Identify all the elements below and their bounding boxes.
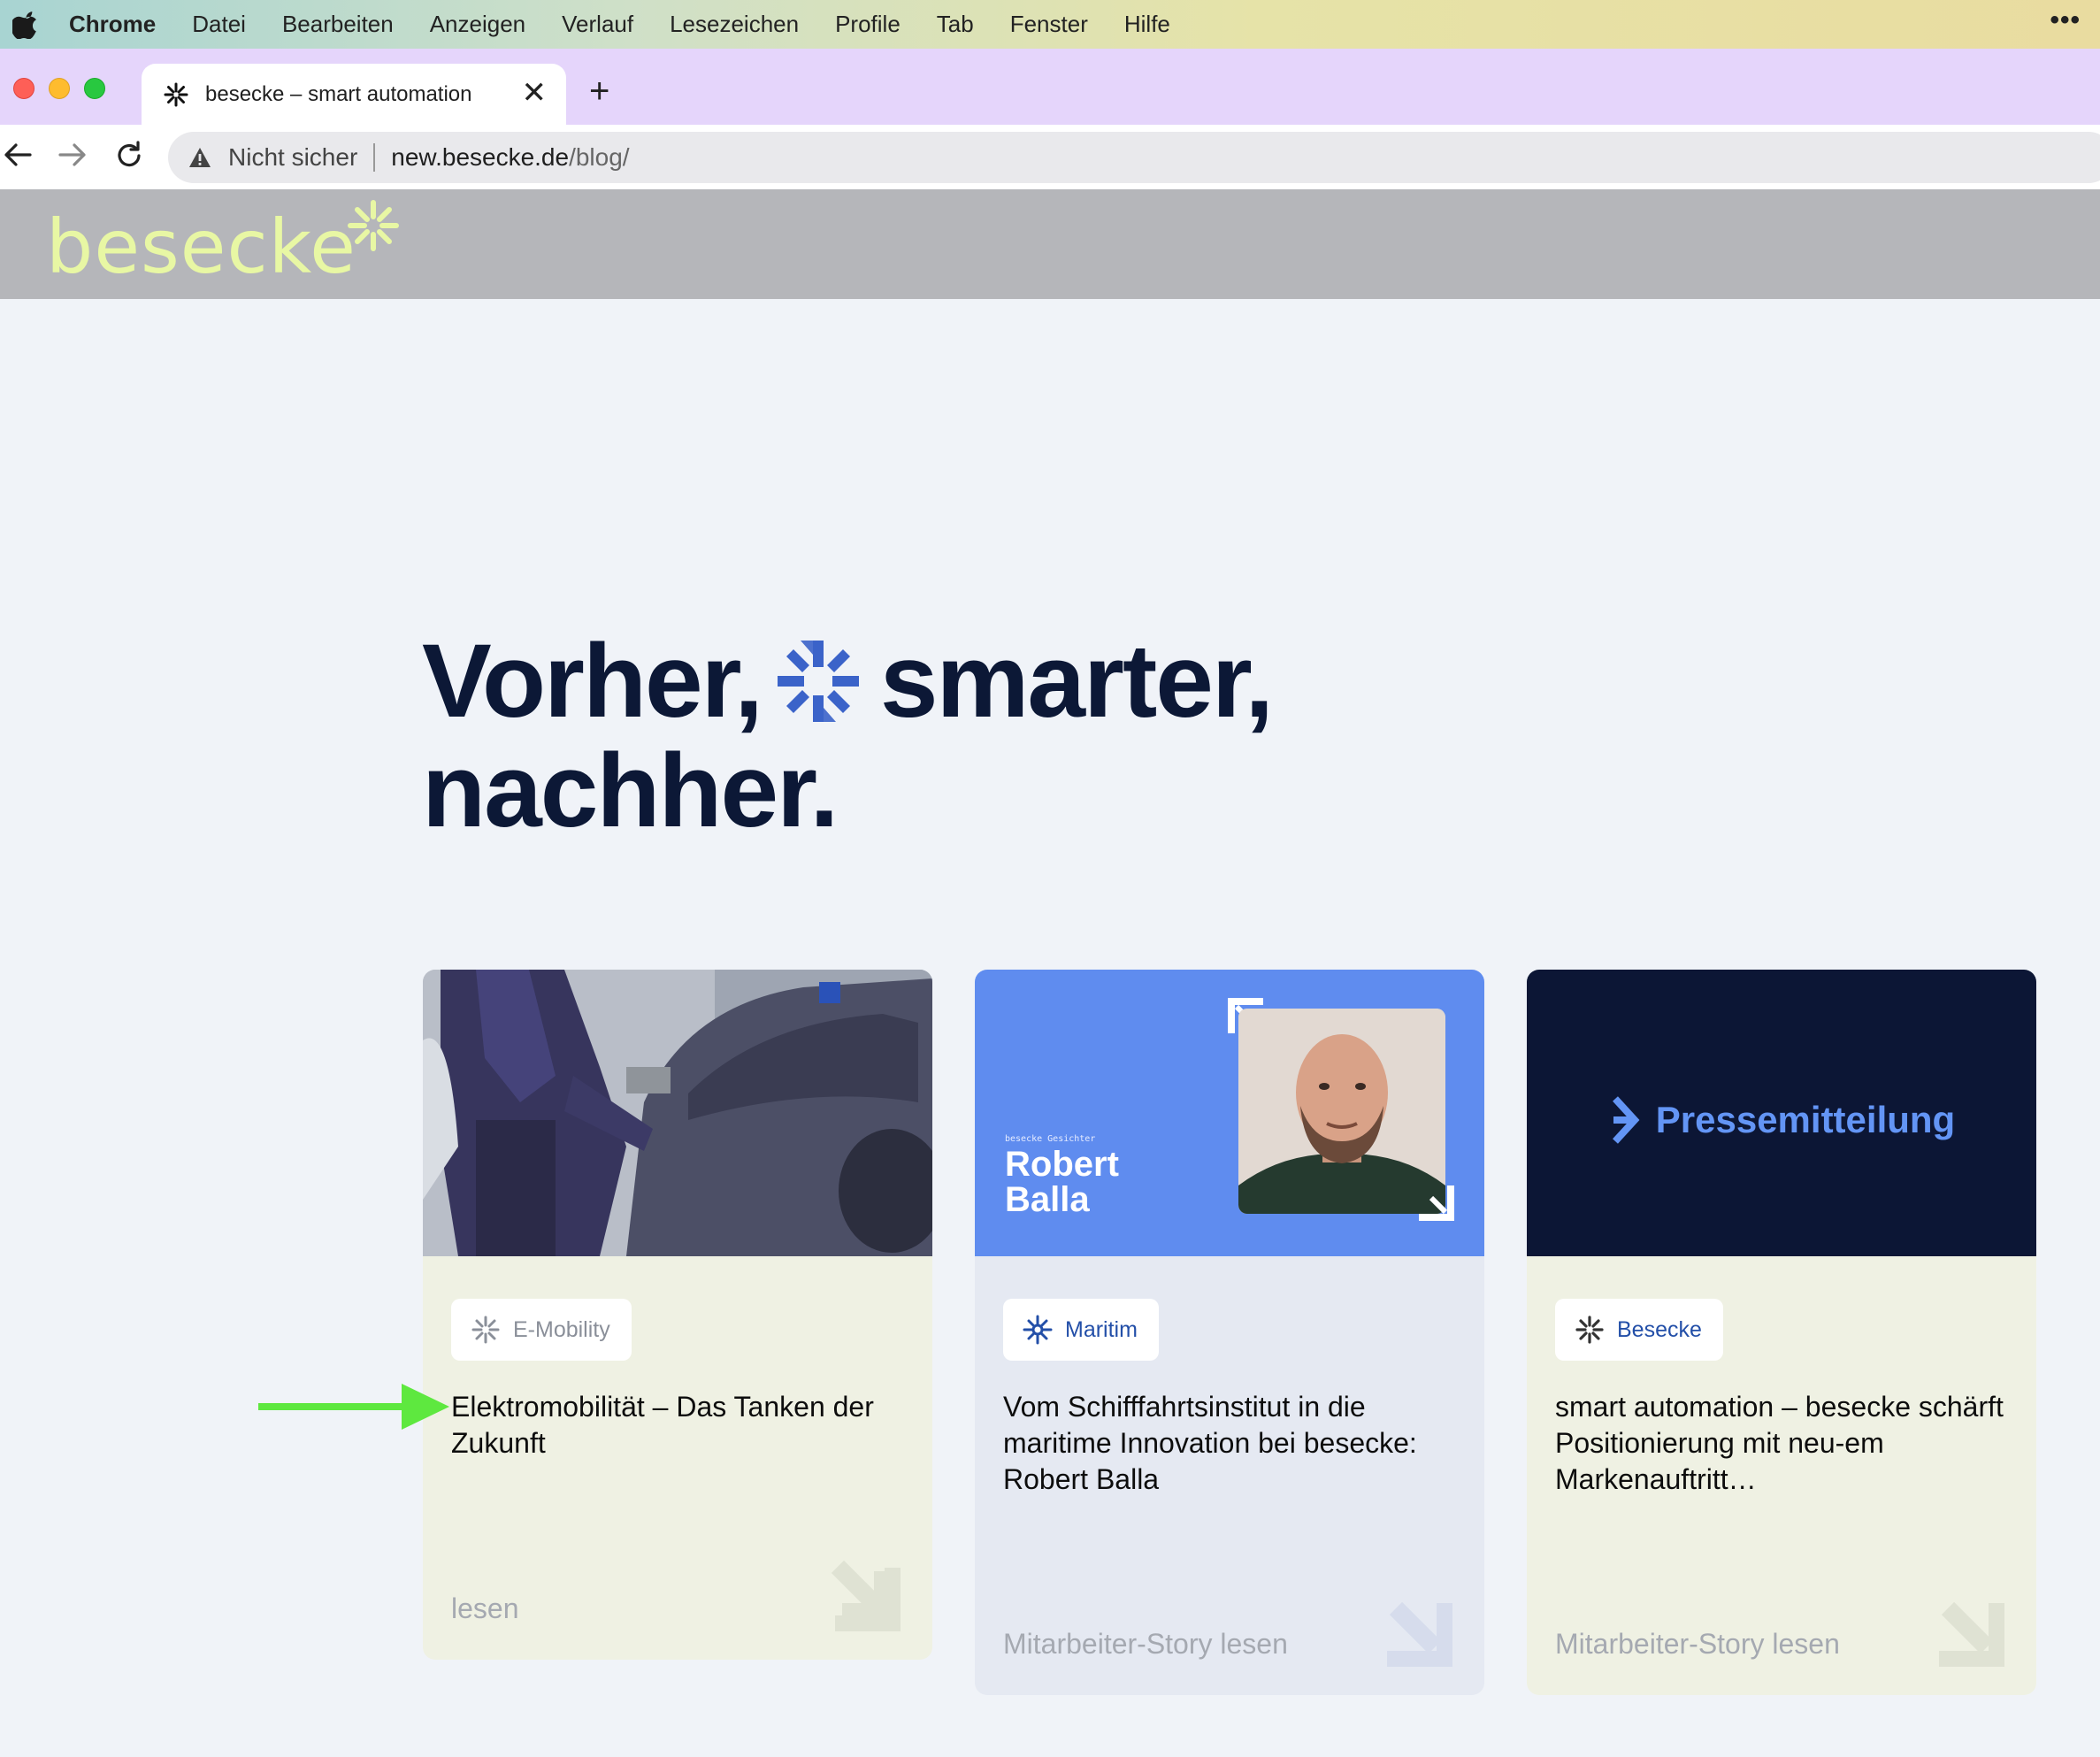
omnibox-separator <box>373 143 376 172</box>
tab-close-icon[interactable]: ✕ <box>522 78 548 108</box>
menu-datei[interactable]: Datei <box>192 11 246 38</box>
macos-menubar: Chrome Datei Bearbeiten Anzeigen Verlauf… <box>0 0 2100 49</box>
press-release-label: Pressemitteilung <box>1655 1099 1956 1140</box>
browser-tab-active[interactable]: besecke – smart automation ✕ <box>142 64 566 125</box>
card-image-robert-balla[interactable]: besecke Gesichter Robert Balla <box>975 970 1484 1256</box>
media-person-name: Robert Balla <box>1005 1147 1119 1217</box>
blog-card-besecke[interactable]: Pressemitteilung Besecke smart automatio… <box>1527 970 2036 1695</box>
arrow-down-right-icon[interactable] <box>1383 1596 1458 1670</box>
window-minimize-button[interactable] <box>49 78 70 99</box>
blog-card-emobility[interactable]: E-Mobility Elektromobilität – Das Tanken… <box>423 970 932 1660</box>
hero-word-nachher: nachher. <box>422 733 839 849</box>
card-image-press-release[interactable]: Pressemitteilung <box>1527 970 2036 1256</box>
portrait-photo <box>1238 1009 1445 1214</box>
tag-star-icon <box>471 1316 500 1344</box>
menu-verlauf[interactable]: Verlauf <box>562 11 633 38</box>
blog-card-maritim[interactable]: besecke Gesichter Robert Balla Maritim V… <box>975 970 1484 1695</box>
media-series-label: besecke Gesichter <box>1005 1134 1096 1144</box>
browser-toolbar: Nicht sicher new.besecke.de/blog/ <box>0 125 2100 189</box>
hero-word-smarter: smarter, <box>879 623 1274 740</box>
url-host: new.besecke.de <box>391 143 570 171</box>
url-path: /blog/ <box>569 143 630 171</box>
tag-star-icon <box>1023 1315 1053 1345</box>
chevron-right-icon <box>1612 1096 1640 1144</box>
smart-star-icon <box>777 641 859 722</box>
story-link[interactable]: Mitarbeiter-Story lesen <box>1555 1628 1840 1661</box>
card-title[interactable]: Vom Schifffahrtsinstitut in die maritime… <box>1003 1389 1463 1498</box>
tab-title: besecke – smart automation <box>205 81 472 106</box>
menu-bearbeiten[interactable]: Bearbeiten <box>282 11 394 38</box>
apple-icon[interactable] <box>12 11 39 39</box>
warning-icon[interactable] <box>188 145 212 170</box>
category-tag-maritim[interactable]: Maritim <box>1003 1299 1159 1361</box>
media-last-name: Balla <box>1005 1180 1090 1219</box>
card-body: E-Mobility Elektromobilität – Das Tanken… <box>423 1256 932 1660</box>
menu-profile[interactable]: Profile <box>835 11 901 38</box>
card-image-ev-charging[interactable] <box>423 970 932 1256</box>
media-first-name: Robert <box>1005 1145 1119 1184</box>
ev-charging-photo <box>423 970 932 1256</box>
besecke-favicon-icon <box>164 82 188 106</box>
logo-wordmark: besecke <box>46 203 356 290</box>
read-link[interactable]: lesen <box>451 1592 519 1625</box>
tag-label: Maritim <box>1065 1316 1138 1342</box>
hero-headline: Vorher, smarter, nachher. <box>422 626 1483 846</box>
back-icon[interactable] <box>0 137 35 173</box>
menu-chrome[interactable]: Chrome <box>69 11 156 38</box>
portrait-image <box>1238 1009 1445 1214</box>
security-status-label[interactable]: Nicht sicher <box>228 143 357 172</box>
category-tag-besecke[interactable]: Besecke <box>1555 1299 1723 1361</box>
browser-tabstrip: besecke – smart automation ✕ + <box>0 49 2100 125</box>
story-link[interactable]: Mitarbeiter-Story lesen <box>1003 1628 1288 1661</box>
menu-hilfe[interactable]: Hilfe <box>1124 11 1170 38</box>
tag-star-icon <box>1575 1316 1604 1344</box>
logo-star-icon <box>348 200 399 251</box>
press-release-banner: Pressemitteilung <box>1608 1093 1955 1147</box>
card-body: Besecke smart automation – besecke schär… <box>1527 1256 2036 1695</box>
new-tab-button[interactable]: + <box>589 73 609 109</box>
tag-label: Besecke <box>1617 1316 1702 1342</box>
category-tag-emobility[interactable]: E-Mobility <box>451 1299 632 1361</box>
menu-fenster[interactable]: Fenster <box>1010 11 1088 38</box>
forward-icon[interactable] <box>55 137 90 173</box>
card-body: Maritim Vom Schifffahrtsinstitut in die … <box>975 1256 1484 1695</box>
arrow-down-right-icon[interactable] <box>832 1561 906 1635</box>
menu-anzeigen[interactable]: Anzeigen <box>430 11 525 38</box>
menubar-overflow-icon[interactable]: ••• <box>2050 5 2081 35</box>
reload-icon[interactable] <box>111 137 147 173</box>
corner-shrink-icon <box>1419 1185 1454 1221</box>
menu-lesezeichen[interactable]: Lesezeichen <box>670 11 799 38</box>
hero-word-vorher: Vorher, <box>422 623 763 740</box>
arrow-down-right-icon[interactable] <box>1935 1596 2010 1670</box>
menu-tab[interactable]: Tab <box>937 11 974 38</box>
besecke-logo[interactable]: besecke <box>46 200 399 291</box>
annotation-arrow-icon <box>258 1384 449 1430</box>
card-title[interactable]: smart automation – besecke schärft Posit… <box>1555 1389 2015 1498</box>
card-title[interactable]: Elektromobilität – Das Tanken der Zukunf… <box>451 1389 911 1462</box>
site-header: besecke <box>0 189 2100 299</box>
window-zoom-button[interactable] <box>84 78 105 99</box>
tag-label: E-Mobility <box>513 1316 610 1342</box>
window-close-button[interactable] <box>13 78 34 99</box>
address-bar[interactable]: Nicht sicher new.besecke.de/blog/ <box>168 132 2100 183</box>
